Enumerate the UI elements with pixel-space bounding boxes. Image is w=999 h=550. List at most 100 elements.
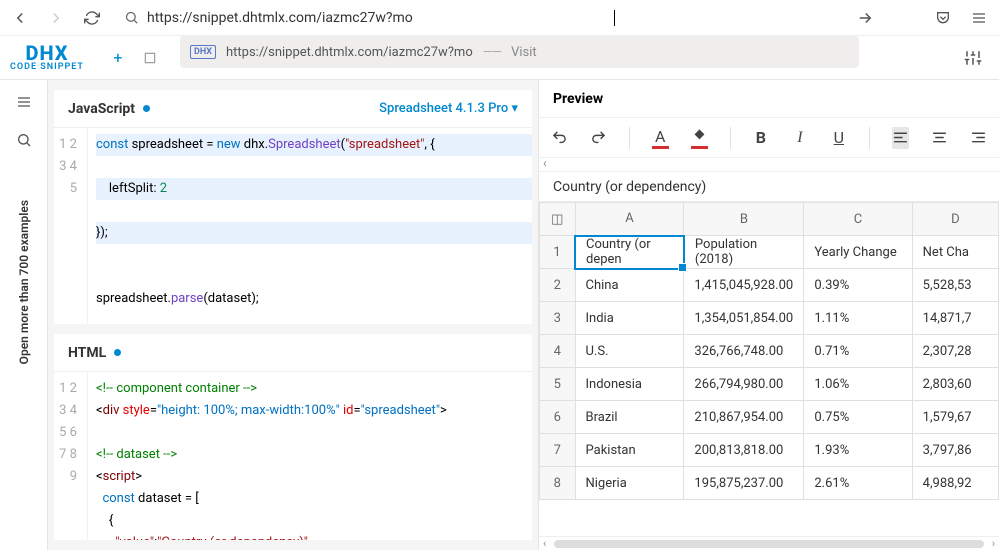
italic-button[interactable]: I <box>791 127 808 149</box>
browser-bar: https://snippet.dhtmlx.com/iazmc27w?mo <box>0 0 999 36</box>
cell[interactable]: 1.11% <box>804 302 912 335</box>
url-suggestion[interactable]: DHX https://snippet.dhtmlx.com/iazmc27w?… <box>180 36 859 68</box>
toolbar-separator <box>730 127 731 149</box>
row-header[interactable]: 5 <box>540 368 576 401</box>
cell[interactable]: China <box>575 269 684 302</box>
cell[interactable]: 1.93% <box>804 434 912 467</box>
cell[interactable]: 3,797,86 <box>912 434 998 467</box>
fill-color-button[interactable] <box>691 127 708 149</box>
js-code[interactable]: 1 2 3 4 5 const spreadsheet = new dhx.Sp… <box>54 128 532 324</box>
cell[interactable]: 1,579,67 <box>912 401 998 434</box>
text-cursor <box>614 10 615 26</box>
modified-dot <box>114 349 121 356</box>
row-header[interactable]: 7 <box>540 434 576 467</box>
table-row: 5Indonesia266,794,980.001.06%2,803,60 <box>540 368 999 401</box>
menu-icon[interactable] <box>967 6 991 30</box>
redo-button[interactable] <box>590 127 607 149</box>
cell[interactable]: 14,871,7 <box>912 302 998 335</box>
cell[interactable]: Net Cha <box>912 236 998 269</box>
settings-icon[interactable] <box>959 44 987 72</box>
toolbar-scroll[interactable] <box>539 158 999 172</box>
cell[interactable]: 5,528,53 <box>912 269 998 302</box>
cell[interactable]: 2,307,28 <box>912 335 998 368</box>
search-icon <box>124 10 139 25</box>
url-text[interactable]: https://snippet.dhtmlx.com/iazmc27w?mo <box>147 10 833 26</box>
cell[interactable]: 326,766,748.00 <box>684 335 804 368</box>
cell[interactable]: U.S. <box>575 335 684 368</box>
go-button[interactable] <box>853 6 877 30</box>
examples-label[interactable]: Open more than 700 examples <box>17 200 31 364</box>
menu-icon[interactable] <box>16 94 32 114</box>
scroll-thumb[interactable] <box>554 540 983 548</box>
cell[interactable]: 2.61% <box>804 467 912 500</box>
html-panel: HTML 1 2 3 4 5 6 7 8 9 <!-- component co… <box>54 334 532 540</box>
js-lines[interactable]: const spreadsheet = new dhx.Spreadsheet(… <box>88 128 532 324</box>
html-gutter: 1 2 3 4 5 6 7 8 9 <box>54 372 88 540</box>
row-header[interactable]: 6 <box>540 401 576 434</box>
align-center-button[interactable] <box>931 127 948 149</box>
cell[interactable]: 0.75% <box>804 401 912 434</box>
row-header[interactable]: 8 <box>540 467 576 500</box>
cell[interactable]: Brazil <box>575 401 684 434</box>
formula-bar[interactable]: Country (or dependency) <box>539 172 999 202</box>
logo[interactable]: DHX CODE SNIPPET <box>10 43 84 72</box>
table-row: 3India1,354,051,854.001.11%14,871,7 <box>540 302 999 335</box>
cell[interactable]: Population (2018) <box>684 236 804 269</box>
col-header-c[interactable]: C <box>804 203 912 236</box>
cell[interactable]: 4,988,92 <box>912 467 998 500</box>
reload-button[interactable] <box>80 6 104 30</box>
spreadsheet-version[interactable]: Spreadsheet 4.1.3 Pro ▾ <box>379 101 518 116</box>
cell[interactable]: 200,813,818.00 <box>684 434 804 467</box>
row-header[interactable]: 1 <box>540 236 576 269</box>
cell[interactable]: 2,803,60 <box>912 368 998 401</box>
search-icon[interactable] <box>16 132 32 152</box>
cell[interactable]: 1,354,051,854.00 <box>684 302 804 335</box>
cell[interactable]: Nigeria <box>575 467 684 500</box>
expand-button[interactable] <box>136 44 164 72</box>
select-all-corner[interactable]: ◫ <box>540 203 576 236</box>
preview-title: Preview <box>539 80 999 118</box>
align-left-button[interactable] <box>892 127 909 149</box>
js-title: JavaScript <box>68 101 135 117</box>
table-row: 6Brazil210,867,954.000.75%1,579,67 <box>540 401 999 434</box>
cell[interactable]: 210,867,954.00 <box>684 401 804 434</box>
html-code[interactable]: 1 2 3 4 5 6 7 8 9 <!-- component contain… <box>54 372 532 540</box>
bold-button[interactable]: B <box>752 127 769 149</box>
undo-button[interactable] <box>551 127 568 149</box>
horizontal-scrollbar[interactable]: ‹› <box>539 536 999 550</box>
table-row: 2China1,415,045,928.000.39%5,528,53 <box>540 269 999 302</box>
col-header-b[interactable]: B <box>684 203 804 236</box>
cell-selected[interactable]: Country (or depen <box>575 236 684 269</box>
cell[interactable]: 266,794,980.00 <box>684 368 804 401</box>
url-bar[interactable]: https://snippet.dhtmlx.com/iazmc27w?mo <box>116 10 841 26</box>
suggest-visit: Visit <box>511 45 537 60</box>
js-panel: JavaScript Spreadsheet 4.1.3 Pro ▾ 1 2 3… <box>54 90 532 324</box>
row-header[interactable]: 2 <box>540 269 576 302</box>
row-header[interactable]: 4 <box>540 335 576 368</box>
table-row: 1Country (or depenPopulation (2018)Yearl… <box>540 236 999 269</box>
cell[interactable]: India <box>575 302 684 335</box>
align-right-button[interactable] <box>970 127 987 149</box>
row-header[interactable]: 3 <box>540 302 576 335</box>
back-button[interactable] <box>8 6 32 30</box>
col-header-d[interactable]: D <box>912 203 998 236</box>
add-button[interactable]: + <box>104 44 132 72</box>
cell[interactable]: 0.39% <box>804 269 912 302</box>
forward-button[interactable] <box>44 6 68 30</box>
cell[interactable]: 0.71% <box>804 335 912 368</box>
text-color-button[interactable]: A <box>652 127 669 149</box>
cell[interactable]: Yearly Change <box>804 236 912 269</box>
cell[interactable]: Pakistan <box>575 434 684 467</box>
logo-main: DHX <box>10 43 84 63</box>
underline-button[interactable]: U <box>830 127 847 149</box>
cell[interactable]: 195,875,237.00 <box>684 467 804 500</box>
cell[interactable]: 1.06% <box>804 368 912 401</box>
cell[interactable]: Indonesia <box>575 368 684 401</box>
html-panel-head: HTML <box>54 334 532 372</box>
cell[interactable]: 1,415,045,928.00 <box>684 269 804 302</box>
pocket-icon[interactable] <box>931 6 955 30</box>
col-header-a[interactable]: A <box>575 203 684 236</box>
table-row: 8Nigeria195,875,237.002.61%4,988,92 <box>540 467 999 500</box>
html-lines[interactable]: <!-- component container --> <div style=… <box>88 372 532 540</box>
spreadsheet-grid[interactable]: ◫ A B C D 1Country (or depenPopulation (… <box>539 202 999 536</box>
